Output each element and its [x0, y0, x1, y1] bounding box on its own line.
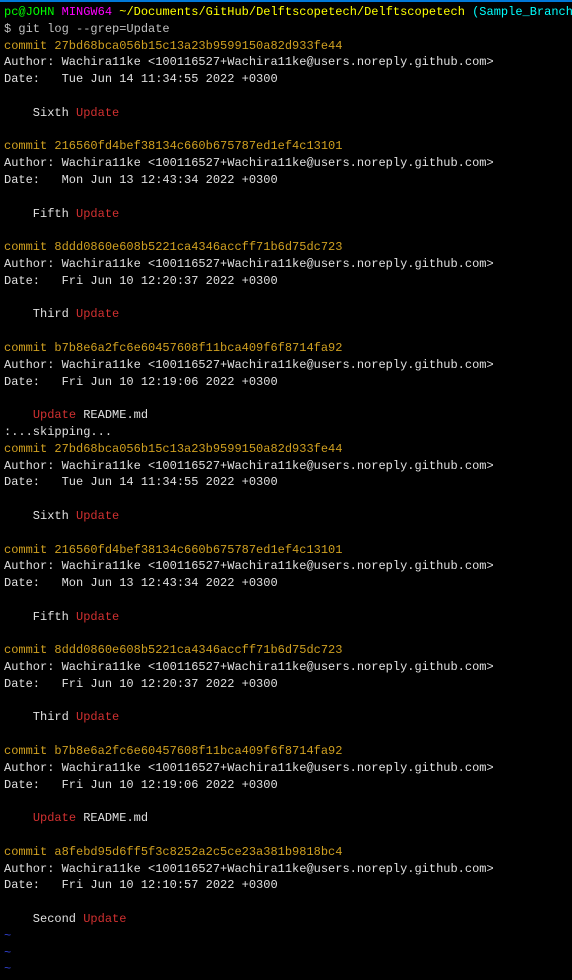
commit-author: Author: Wachira11ke <100116527+Wachira11… — [4, 558, 568, 575]
commit-date: Date: Fri Jun 10 12:20:37 2022 +0300 — [4, 273, 568, 290]
commit-author: Author: Wachira11ke <100116527+Wachira11… — [4, 861, 568, 878]
commit-author: Author: Wachira11ke <100116527+Wachira11… — [4, 659, 568, 676]
commit-hash: commit 8ddd0860e608b5221ca4346accff71b6d… — [4, 642, 568, 659]
commit-date: Date: Fri Jun 10 12:19:06 2022 +0300 — [4, 374, 568, 391]
commit-hash: commit 216560fd4bef38134c660b675787ed1ef… — [4, 542, 568, 559]
commit-message: Fifth Update — [4, 206, 568, 223]
commit-message: Fifth Update — [4, 609, 568, 626]
commit-hash: commit b7b8e6a2fc6e60457608f11bca409f6f8… — [4, 743, 568, 760]
commit-message: Third Update — [4, 306, 568, 323]
commit-message: Sixth Update — [4, 508, 568, 525]
commit-author: Author: Wachira11ke <100116527+Wachira11… — [4, 256, 568, 273]
commit-date: Date: Mon Jun 13 12:43:34 2022 +0300 — [4, 172, 568, 189]
pager-tilde: ~ — [4, 945, 568, 962]
commit-hash: commit 216560fd4bef38134c660b675787ed1ef… — [4, 138, 568, 155]
commit-message: Update README.md — [4, 810, 568, 827]
commit-message: Sixth Update — [4, 105, 568, 122]
commit-author: Author: Wachira11ke <100116527+Wachira11… — [4, 458, 568, 475]
commit-date: Date: Fri Jun 10 12:19:06 2022 +0300 — [4, 777, 568, 794]
commit-author: Author: Wachira11ke <100116527+Wachira11… — [4, 760, 568, 777]
prompt-line: pc@JOHN MINGW64 ~/Documents/GitHub/Delft… — [4, 4, 568, 21]
prompt-dollar: $ — [4, 22, 11, 36]
commit-author: Author: Wachira11ke <100116527+Wachira11… — [4, 357, 568, 374]
command-text: git log --grep=Update — [18, 22, 169, 36]
prompt-env: MINGW64 — [62, 5, 112, 19]
prompt-branch: (Sample_Branch) — [472, 5, 572, 19]
commit-message: Update README.md — [4, 407, 568, 424]
terminal-output[interactable]: pc@JOHN MINGW64 ~/Documents/GitHub/Delft… — [0, 2, 572, 980]
prompt-path: ~/Documents/GitHub/Delftscopetech/Delfts… — [119, 5, 465, 19]
commit-date: Date: Mon Jun 13 12:43:34 2022 +0300 — [4, 575, 568, 592]
command-line: $ git log --grep=Update — [4, 21, 568, 38]
commit-hash: commit 27bd68bca056b15c13a23b9599150a82d… — [4, 38, 568, 55]
commit-author: Author: Wachira11ke <100116527+Wachira11… — [4, 54, 568, 71]
commit-hash: commit 27bd68bca056b15c13a23b9599150a82d… — [4, 441, 568, 458]
commit-message: Second Update — [4, 911, 568, 928]
commit-date: Date: Fri Jun 10 12:20:37 2022 +0300 — [4, 676, 568, 693]
commit-message: Third Update — [4, 709, 568, 726]
pager-tilde: ~ — [4, 928, 568, 945]
commit-date: Date: Tue Jun 14 11:34:55 2022 +0300 — [4, 474, 568, 491]
commit-author: Author: Wachira11ke <100116527+Wachira11… — [4, 155, 568, 172]
pager-tilde: ~ — [4, 961, 568, 978]
commit-hash: commit a8febd95d6ff5f3c8252a2c5ce23a381b… — [4, 844, 568, 861]
commit-date: Date: Tue Jun 14 11:34:55 2022 +0300 — [4, 71, 568, 88]
commit-date: Date: Fri Jun 10 12:10:57 2022 +0300 — [4, 877, 568, 894]
commit-hash: commit b7b8e6a2fc6e60457608f11bca409f6f8… — [4, 340, 568, 357]
prompt-user: pc@JOHN — [4, 5, 54, 19]
commit-hash: commit 8ddd0860e608b5221ca4346accff71b6d… — [4, 239, 568, 256]
skip-line: :...skipping... — [4, 424, 568, 441]
